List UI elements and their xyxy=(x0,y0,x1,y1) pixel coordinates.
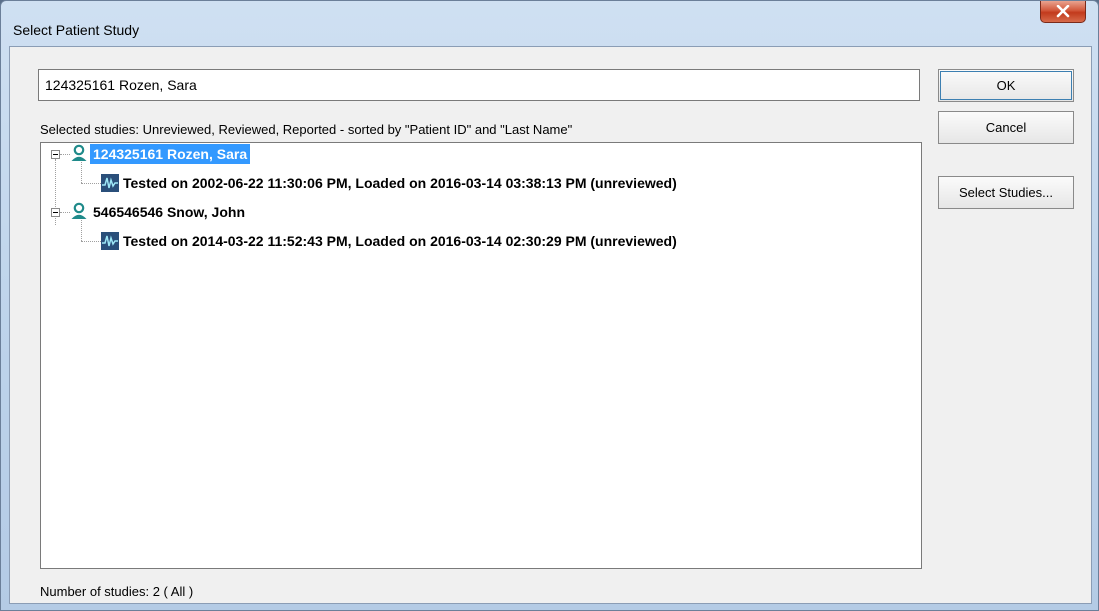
person-icon xyxy=(71,202,87,219)
tree-connector xyxy=(60,154,70,155)
close-button[interactable] xyxy=(1040,1,1086,23)
ok-button[interactable]: OK xyxy=(938,69,1074,102)
waveform-icon xyxy=(101,174,119,192)
patient-node[interactable]: 546546546 Snow, John xyxy=(90,202,248,222)
dialog-client: Selected studies: Unreviewed, Reviewed, … xyxy=(9,46,1092,604)
collapse-toggle[interactable] xyxy=(51,208,60,217)
selected-studies-info: Selected studies: Unreviewed, Reviewed, … xyxy=(40,122,573,137)
window-title: Select Patient Study xyxy=(13,22,140,38)
tree-connector xyxy=(81,220,82,241)
patient-node[interactable]: 124325161 Rozen, Sara xyxy=(90,144,251,164)
dialog-window: Select Patient Study Selected studies: U… xyxy=(0,0,1099,611)
tree-connector xyxy=(60,212,70,213)
tree-connector xyxy=(81,241,101,242)
select-studies-button[interactable]: Select Studies... xyxy=(938,176,1074,209)
collapse-toggle[interactable] xyxy=(51,150,60,159)
study-node[interactable]: Tested on 2002-06-22 11:30:06 PM, Loaded… xyxy=(120,173,680,193)
cancel-button[interactable]: Cancel xyxy=(938,111,1074,144)
patient-search-input[interactable] xyxy=(38,69,920,101)
study-tree[interactable]: 124325161 Rozen, Sara Tested on 2002-06-… xyxy=(40,142,922,569)
close-icon xyxy=(1056,5,1070,18)
person-icon xyxy=(71,144,87,161)
study-node[interactable]: Tested on 2014-03-22 11:52:43 PM, Loaded… xyxy=(120,231,680,251)
tree-connector xyxy=(81,183,101,184)
title-bar[interactable]: Select Patient Study xyxy=(1,1,1098,41)
tree-connector xyxy=(81,162,82,183)
waveform-icon xyxy=(101,232,119,250)
studies-count-status: Number of studies: 2 ( All ) xyxy=(40,584,194,599)
